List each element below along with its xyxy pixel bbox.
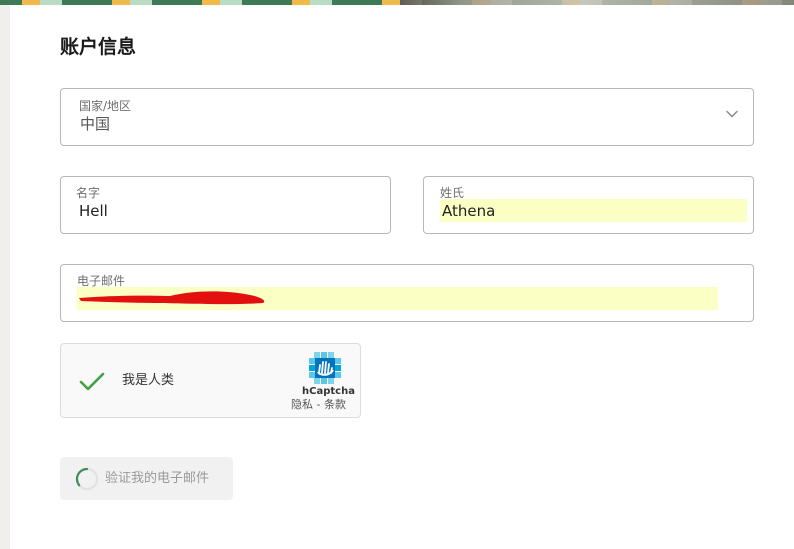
first-name-label: 名字	[76, 186, 101, 200]
country-select[interactable]: 国家/地区 中国	[60, 88, 754, 146]
last-name-label: 姓氏	[440, 186, 465, 200]
checkmark-icon[interactable]	[78, 370, 106, 394]
hcaptcha-widget: 我是人类 hCaptcha 隐私 - 条款	[60, 343, 361, 418]
country-value: 中国	[80, 115, 111, 133]
captcha-checkbox-label: 我是人类	[122, 373, 175, 388]
hcaptcha-logo-icon	[309, 352, 341, 384]
first-name-input[interactable]: Hell	[79, 201, 108, 221]
verify-email-button[interactable]: 验证我的电子邮件	[60, 457, 233, 500]
country-label: 国家/地区	[79, 99, 132, 113]
redaction-mark	[79, 291, 265, 305]
hcaptcha-brand: hCaptcha	[302, 386, 355, 397]
last-name-input[interactable]: Athena	[442, 201, 495, 221]
first-name-field[interactable]: 名字 Hell	[60, 176, 391, 234]
chevron-down-icon	[726, 110, 738, 118]
page-title: 账户信息	[60, 36, 137, 58]
email-field[interactable]: 电子邮件	[60, 264, 754, 322]
last-name-field[interactable]: 姓氏 Athena	[423, 176, 754, 234]
loading-spinner-icon	[75, 467, 99, 491]
hcaptcha-privacy-terms-links[interactable]: 隐私 - 条款	[291, 398, 346, 411]
verify-email-button-label: 验证我的电子邮件	[105, 471, 210, 486]
